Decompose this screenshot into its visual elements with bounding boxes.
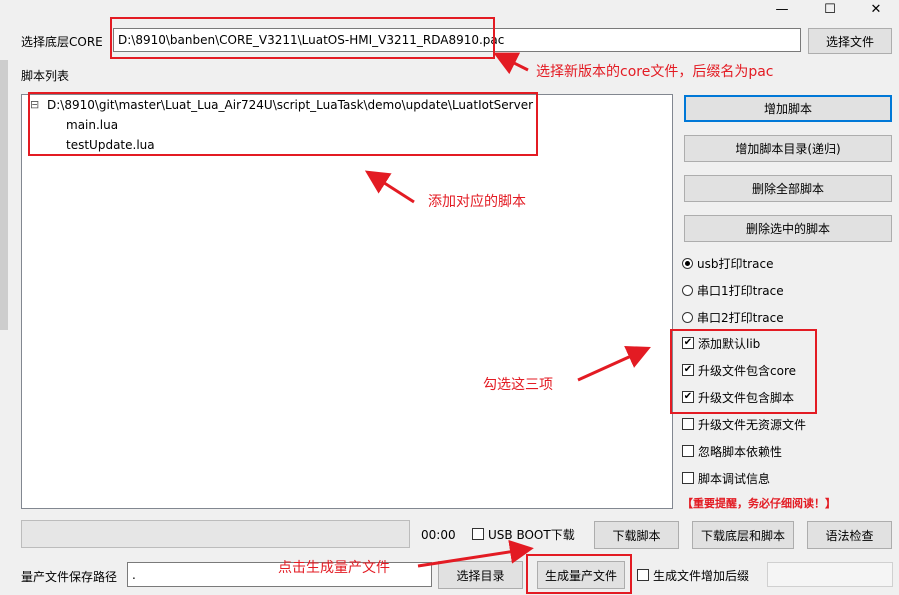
arrow-check (577, 346, 651, 382)
arrow-core (493, 52, 529, 75)
annotation-generate: 点击生成量产文件 (278, 560, 390, 576)
annotation-arrows (364, 52, 651, 568)
arrow-script (364, 170, 415, 204)
annotation-script: 添加对应的脚本 (428, 194, 526, 210)
annotation-core: 选择新版本的core文件，后缀名为pac (536, 64, 774, 80)
arrow-generate (417, 539, 534, 568)
annotation-check: 勾选这三项 (483, 377, 553, 393)
